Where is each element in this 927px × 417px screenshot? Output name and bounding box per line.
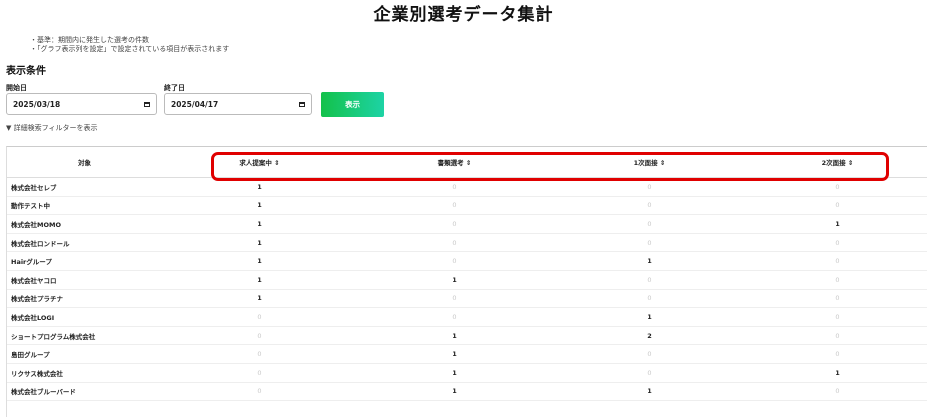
- count-cell: 0: [357, 251, 552, 271]
- count-cell: 1: [162, 233, 357, 253]
- count-cell: 1: [552, 307, 747, 327]
- count-cell: 0: [747, 196, 927, 216]
- count-cell: 0: [552, 344, 747, 364]
- start-date-input[interactable]: 2025/03/18: [6, 93, 157, 115]
- count-cell: 0: [162, 344, 357, 364]
- count-cell: 0: [747, 251, 927, 271]
- count-cell: 0: [162, 326, 357, 346]
- company-name: 株式会社ブルーバード: [7, 382, 162, 402]
- page-title: 企業別選考データ集計: [373, 5, 554, 25]
- note-columns: ・「グラフ表示列を設定」で設定されている項目が表示されます: [30, 45, 230, 53]
- count-cell: 0: [747, 307, 927, 327]
- count-cell: 1: [162, 251, 357, 271]
- count-cell: 0: [552, 177, 747, 197]
- count-cell: 1: [552, 251, 747, 271]
- table-row: 動作テスト中 1 0 0 0: [7, 196, 927, 216]
- end-date-value: 2025/04/17: [171, 99, 219, 109]
- end-date-label: 終了日: [164, 84, 185, 92]
- count-cell: 0: [357, 196, 552, 216]
- header-target: 対象: [7, 147, 162, 178]
- count-cell: 1: [162, 289, 357, 309]
- count-cell: 1: [552, 382, 747, 402]
- header-document-screening[interactable]: 書類選考 ⇕: [357, 147, 552, 178]
- table-row: Hairグループ 1 0 1 0: [7, 251, 927, 271]
- table-body: 株式会社セレブ 1 0 0 0 動作テスト中 1 0 0 0 株式会社MOMO 1 0 0 1 株式会社ロンド…: [7, 177, 927, 402]
- conditions-heading: 表示条件: [6, 66, 46, 77]
- count-cell: 0: [552, 270, 747, 290]
- count-cell: 1: [162, 214, 357, 234]
- count-cell: 0: [552, 214, 747, 234]
- company-name: リクサス株式会社: [7, 363, 162, 383]
- calendar-icon[interactable]: [144, 101, 150, 107]
- table-header-row: 対象 求人提案中 ⇕ 書類選考 ⇕ 1次面接 ⇕ 2次面接 ⇕: [7, 147, 927, 178]
- start-date-label: 開始日: [6, 84, 27, 92]
- count-cell: 0: [747, 177, 927, 197]
- count-cell: 2: [552, 326, 747, 346]
- note-basis: ・基準：期間内に発生した選考の件数: [30, 36, 149, 44]
- count-cell: 0: [552, 233, 747, 253]
- table-row: 株式会社セレブ 1 0 0 0: [7, 177, 927, 197]
- end-date-input[interactable]: 2025/04/17: [164, 93, 312, 115]
- count-cell: 0: [162, 307, 357, 327]
- detail-filter-toggle[interactable]: ▼ 詳細検索フィルターを表示: [6, 123, 97, 133]
- count-cell: 1: [357, 326, 552, 346]
- company-name: 株式会社ヤコロ: [7, 270, 162, 290]
- header-first-interview[interactable]: 1次面接 ⇕: [552, 147, 747, 178]
- table-row: 株式会社ブルーバード 0 1 1 0: [7, 382, 927, 402]
- table-row: 島田グループ 0 1 0 0: [7, 344, 927, 364]
- table-row: 株式会社LOGI 0 0 1 0: [7, 307, 927, 327]
- company-name: 株式会社LOGI: [7, 307, 162, 327]
- count-cell: 1: [357, 382, 552, 402]
- count-cell: 1: [357, 363, 552, 383]
- count-cell: 0: [747, 326, 927, 346]
- results-table: 対象 求人提案中 ⇕ 書類選考 ⇕ 1次面接 ⇕ 2次面接 ⇕ 株式会社セレブ 1 0 0 0 動…: [6, 146, 927, 417]
- count-cell: 0: [552, 363, 747, 383]
- count-cell: 0: [162, 382, 357, 402]
- count-cell: 0: [357, 289, 552, 309]
- start-date-value: 2025/03/18: [13, 99, 61, 109]
- notes: ・基準：期間内に発生した選考の件数 ・「グラフ表示列を設定」で設定されている項目…: [30, 36, 229, 54]
- show-button[interactable]: 表示: [321, 92, 384, 117]
- count-cell: 0: [552, 196, 747, 216]
- table-row: リクサス株式会社 0 1 0 1: [7, 363, 927, 383]
- company-name: ショートプログラム株式会社: [7, 326, 162, 346]
- count-cell: 0: [747, 382, 927, 402]
- count-cell: 0: [357, 233, 552, 253]
- table-row: 株式会社MOMO 1 0 0 1: [7, 214, 927, 234]
- count-cell: 1: [747, 214, 927, 234]
- company-name: 株式会社ロンドール: [7, 233, 162, 253]
- company-name: 株式会社セレブ: [7, 177, 162, 197]
- count-cell: 0: [747, 233, 927, 253]
- table-row: 株式会社プラチナ 1 0 0 0: [7, 289, 927, 309]
- count-cell: 0: [552, 289, 747, 309]
- count-cell: 1: [162, 196, 357, 216]
- table-row: ショートプログラム株式会社 0 1 2 0: [7, 326, 927, 346]
- table-row: 株式会社ヤコロ 1 1 0 0: [7, 270, 927, 290]
- header-second-interview[interactable]: 2次面接 ⇕: [747, 147, 927, 178]
- count-cell: 1: [357, 270, 552, 290]
- count-cell: 0: [747, 344, 927, 364]
- count-cell: 0: [747, 289, 927, 309]
- company-name: Hairグループ: [7, 251, 162, 271]
- table-row: 株式会社ロンドール 1 0 0 0: [7, 233, 927, 253]
- count-cell: 0: [357, 177, 552, 197]
- count-cell: 1: [357, 344, 552, 364]
- company-name: 株式会社MOMO: [7, 214, 162, 234]
- count-cell: 1: [162, 177, 357, 197]
- count-cell: 0: [357, 214, 552, 234]
- count-cell: 0: [747, 270, 927, 290]
- company-name: 株式会社プラチナ: [7, 289, 162, 309]
- company-name: 島田グループ: [7, 344, 162, 364]
- count-cell: 1: [162, 270, 357, 290]
- company-name: 動作テスト中: [7, 196, 162, 216]
- calendar-icon[interactable]: [299, 101, 305, 107]
- count-cell: 1: [747, 363, 927, 383]
- count-cell: 0: [162, 363, 357, 383]
- count-cell: 0: [357, 307, 552, 327]
- header-proposal[interactable]: 求人提案中 ⇕: [162, 147, 357, 178]
